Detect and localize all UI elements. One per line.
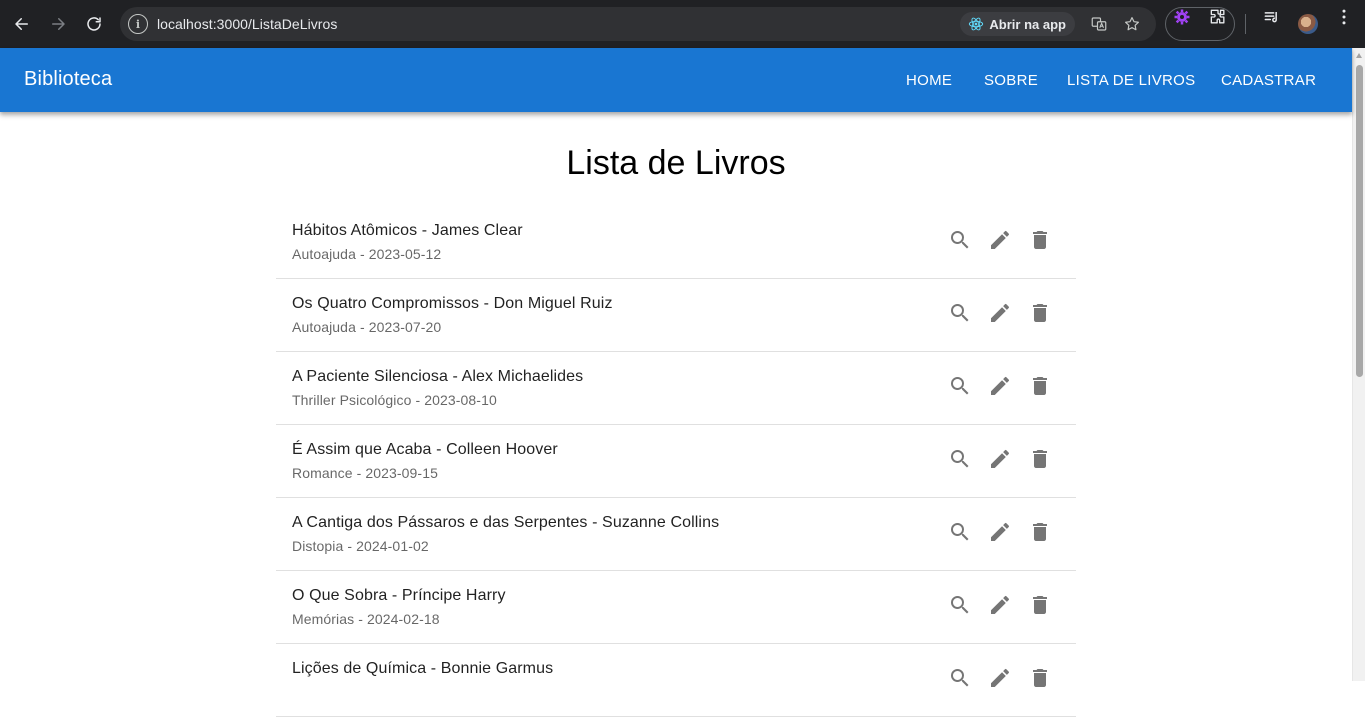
extensions-puzzle-icon[interactable]	[1208, 7, 1228, 27]
nav-cadastrar-button[interactable]: CADASTRAR	[1221, 72, 1316, 89]
search-icon	[948, 301, 972, 330]
edit-book-button[interactable]	[988, 303, 1012, 327]
search-icon	[948, 666, 972, 695]
edit-book-button[interactable]	[988, 230, 1012, 254]
delete-icon	[1028, 374, 1052, 403]
delete-icon	[1028, 520, 1052, 549]
book-subtitle: Thriller Psicológico - 2023-08-10	[292, 392, 497, 408]
view-book-button[interactable]	[948, 230, 972, 254]
edit-icon	[988, 447, 1012, 476]
reload-button[interactable]	[82, 12, 106, 36]
search-icon	[948, 447, 972, 476]
delete-book-button[interactable]	[1028, 230, 1052, 254]
delete-book-button[interactable]	[1028, 595, 1052, 619]
delete-book-button[interactable]	[1028, 449, 1052, 473]
bookmark-star-icon[interactable]	[1122, 14, 1142, 34]
toolbar-divider	[1245, 14, 1246, 34]
search-icon	[948, 520, 972, 549]
open-in-app-label: Abrir na app	[989, 16, 1066, 32]
book-title: Os Quatro Compromissos - Don Miguel Ruiz	[292, 295, 613, 312]
scroll-up-arrow-icon[interactable]	[1356, 53, 1362, 58]
site-info-icon[interactable]: i	[128, 14, 148, 34]
reload-icon	[87, 17, 101, 31]
url-text: localhost:3000/ListaDeLivros	[157, 16, 338, 32]
address-bar[interactable]: i localhost:3000/ListaDeLivros Abrir na …	[120, 7, 1156, 41]
book-list-item: Hábitos Atômicos - James Clear Autoajuda …	[276, 206, 1076, 279]
edit-book-button[interactable]	[988, 668, 1012, 692]
arrow-right-icon	[52, 18, 65, 30]
view-book-button[interactable]	[948, 595, 972, 619]
book-subtitle: Memórias - 2024-02-18	[292, 611, 440, 627]
nav-home-button[interactable]: HOME	[906, 72, 952, 89]
edit-icon	[988, 520, 1012, 549]
scrollbar-thumb[interactable]	[1356, 65, 1363, 377]
delete-icon	[1028, 228, 1052, 257]
profile-avatar[interactable]	[1298, 14, 1318, 34]
translate-icon[interactable]	[1089, 14, 1109, 34]
page-scrollbar[interactable]	[1352, 48, 1365, 681]
edit-icon	[988, 301, 1012, 330]
reading-list-icon[interactable]	[1262, 7, 1282, 27]
edit-book-button[interactable]	[988, 522, 1012, 546]
brand-title[interactable]: Biblioteca	[24, 68, 112, 91]
book-title: Lições de Química - Bonnie Garmus	[292, 660, 554, 677]
book-subtitle: Romance - 2023-09-15	[292, 465, 438, 481]
book-title: A Paciente Silenciosa - Alex Michaelides	[292, 368, 584, 385]
nav-sobre-button[interactable]: SOBRE	[984, 72, 1038, 89]
book-subtitle: Distopia - 2024-01-02	[292, 538, 429, 554]
edit-icon	[988, 666, 1012, 695]
view-book-button[interactable]	[948, 303, 972, 327]
search-icon	[948, 593, 972, 622]
react-icon	[969, 17, 984, 31]
extension-gear-icon[interactable]	[1172, 7, 1192, 27]
delete-icon	[1028, 447, 1052, 476]
delete-icon	[1028, 301, 1052, 330]
edit-icon	[988, 374, 1012, 403]
view-book-button[interactable]	[948, 522, 972, 546]
delete-book-button[interactable]	[1028, 303, 1052, 327]
edit-book-button[interactable]	[988, 449, 1012, 473]
book-title: O Que Sobra - Príncipe Harry	[292, 587, 506, 604]
book-list-item: A Cantiga dos Pássaros e das Serpentes -…	[276, 498, 1076, 571]
view-book-button[interactable]	[948, 668, 972, 692]
book-subtitle: Autoajuda - 2023-07-20	[292, 319, 442, 335]
delete-book-button[interactable]	[1028, 376, 1052, 400]
more-menu-icon[interactable]	[1334, 7, 1354, 27]
book-list-item: O Que Sobra - Príncipe Harry Memórias - 2…	[276, 571, 1076, 644]
book-title: A Cantiga dos Pássaros e das Serpentes -…	[292, 514, 720, 531]
browser-toolbar: i localhost:3000/ListaDeLivros Abrir na …	[0, 0, 1365, 48]
search-icon	[948, 228, 972, 257]
edit-icon	[988, 228, 1012, 257]
delete-icon	[1028, 593, 1052, 622]
book-list-item: É Assim que Acaba - Colleen Hoover Romanc…	[276, 425, 1076, 498]
view-book-button[interactable]	[948, 449, 972, 473]
view-book-button[interactable]	[948, 376, 972, 400]
book-subtitle: Autoajuda - 2023-05-12	[292, 246, 442, 262]
search-icon	[948, 374, 972, 403]
forward-button[interactable]	[46, 12, 70, 36]
delete-book-button[interactable]	[1028, 668, 1052, 692]
book-list-item: A Paciente Silenciosa - Alex Michaelides…	[276, 352, 1076, 425]
edit-icon	[988, 593, 1012, 622]
delete-icon	[1028, 666, 1052, 695]
back-button[interactable]	[10, 12, 34, 36]
book-title: É Assim que Acaba - Colleen Hoover	[292, 441, 558, 458]
page-title: Lista de Livros	[566, 144, 786, 182]
edit-book-button[interactable]	[988, 376, 1012, 400]
delete-book-button[interactable]	[1028, 522, 1052, 546]
book-title: Hábitos Atômicos - James Clear	[292, 222, 523, 239]
nav-lista-de-livros-button[interactable]: LISTA DE LIVROS	[1067, 72, 1195, 89]
open-in-app-button[interactable]: Abrir na app	[960, 12, 1075, 36]
book-list: Hábitos Atômicos - James Clear Autoajuda …	[276, 206, 1076, 717]
arrow-left-icon	[15, 18, 28, 30]
edit-book-button[interactable]	[988, 595, 1012, 619]
app-bar: Biblioteca HOME SOBRE LISTA DE LIVROS CA…	[0, 48, 1352, 112]
book-list-item: Os Quatro Compromissos - Don Miguel Ruiz…	[276, 279, 1076, 352]
